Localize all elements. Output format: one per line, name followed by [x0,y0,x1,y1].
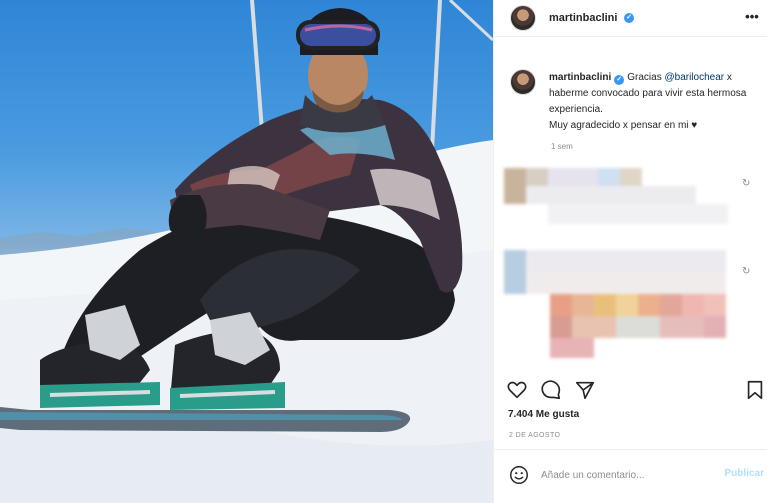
caption-text-before: Gracias [627,72,665,83]
header-username[interactable]: martinbaclini [549,12,617,24]
heart-icon[interactable] [506,379,528,401]
verified-badge-icon: ✓ [624,13,634,23]
post-date: 2 DE AGOSTO [509,432,561,439]
post-photo[interactable] [0,0,493,503]
comment-input[interactable] [541,466,701,484]
share-icon[interactable] [574,379,596,401]
add-comment-bar: Publicar [494,449,767,503]
reply-icon[interactable]: ↻ [742,178,750,189]
emoji-icon[interactable] [508,464,530,486]
blurred-comment [504,250,734,362]
post-sidebar: martinbaclini ✓ ••• martinbaclini ✓ Gracia… [493,0,767,503]
caption-text: martinbaclini ✓ Gracias @barilochear x hab… [549,70,754,134]
caption-avatar[interactable] [510,69,536,95]
reply-icon[interactable]: ↻ [742,266,750,277]
bookmark-icon[interactable] [744,379,766,401]
more-options-icon[interactable]: ••• [742,8,762,26]
caption-username[interactable]: martinbaclini [549,72,611,83]
caption-mention-link[interactable]: @barilochear [664,72,724,83]
likes-count[interactable]: 7.404 Me gusta [508,409,579,420]
comment-icon[interactable] [540,379,562,401]
snowboarder-illustration [0,0,493,503]
caption-line2: Muy agradecido x pensar en mi ♥ [549,120,698,131]
post-time-ago[interactable]: 1 sem [551,142,573,151]
avatar[interactable] [510,5,536,31]
publish-button[interactable]: Publicar [725,468,764,479]
instagram-post: martinbaclini ✓ ••• martinbaclini ✓ Gracia… [0,0,767,503]
post-header: martinbaclini ✓ ••• [494,0,767,37]
post-actions [494,375,767,407]
caption-verified-badge-icon: ✓ [614,75,625,85]
blurred-comment [504,168,729,230]
